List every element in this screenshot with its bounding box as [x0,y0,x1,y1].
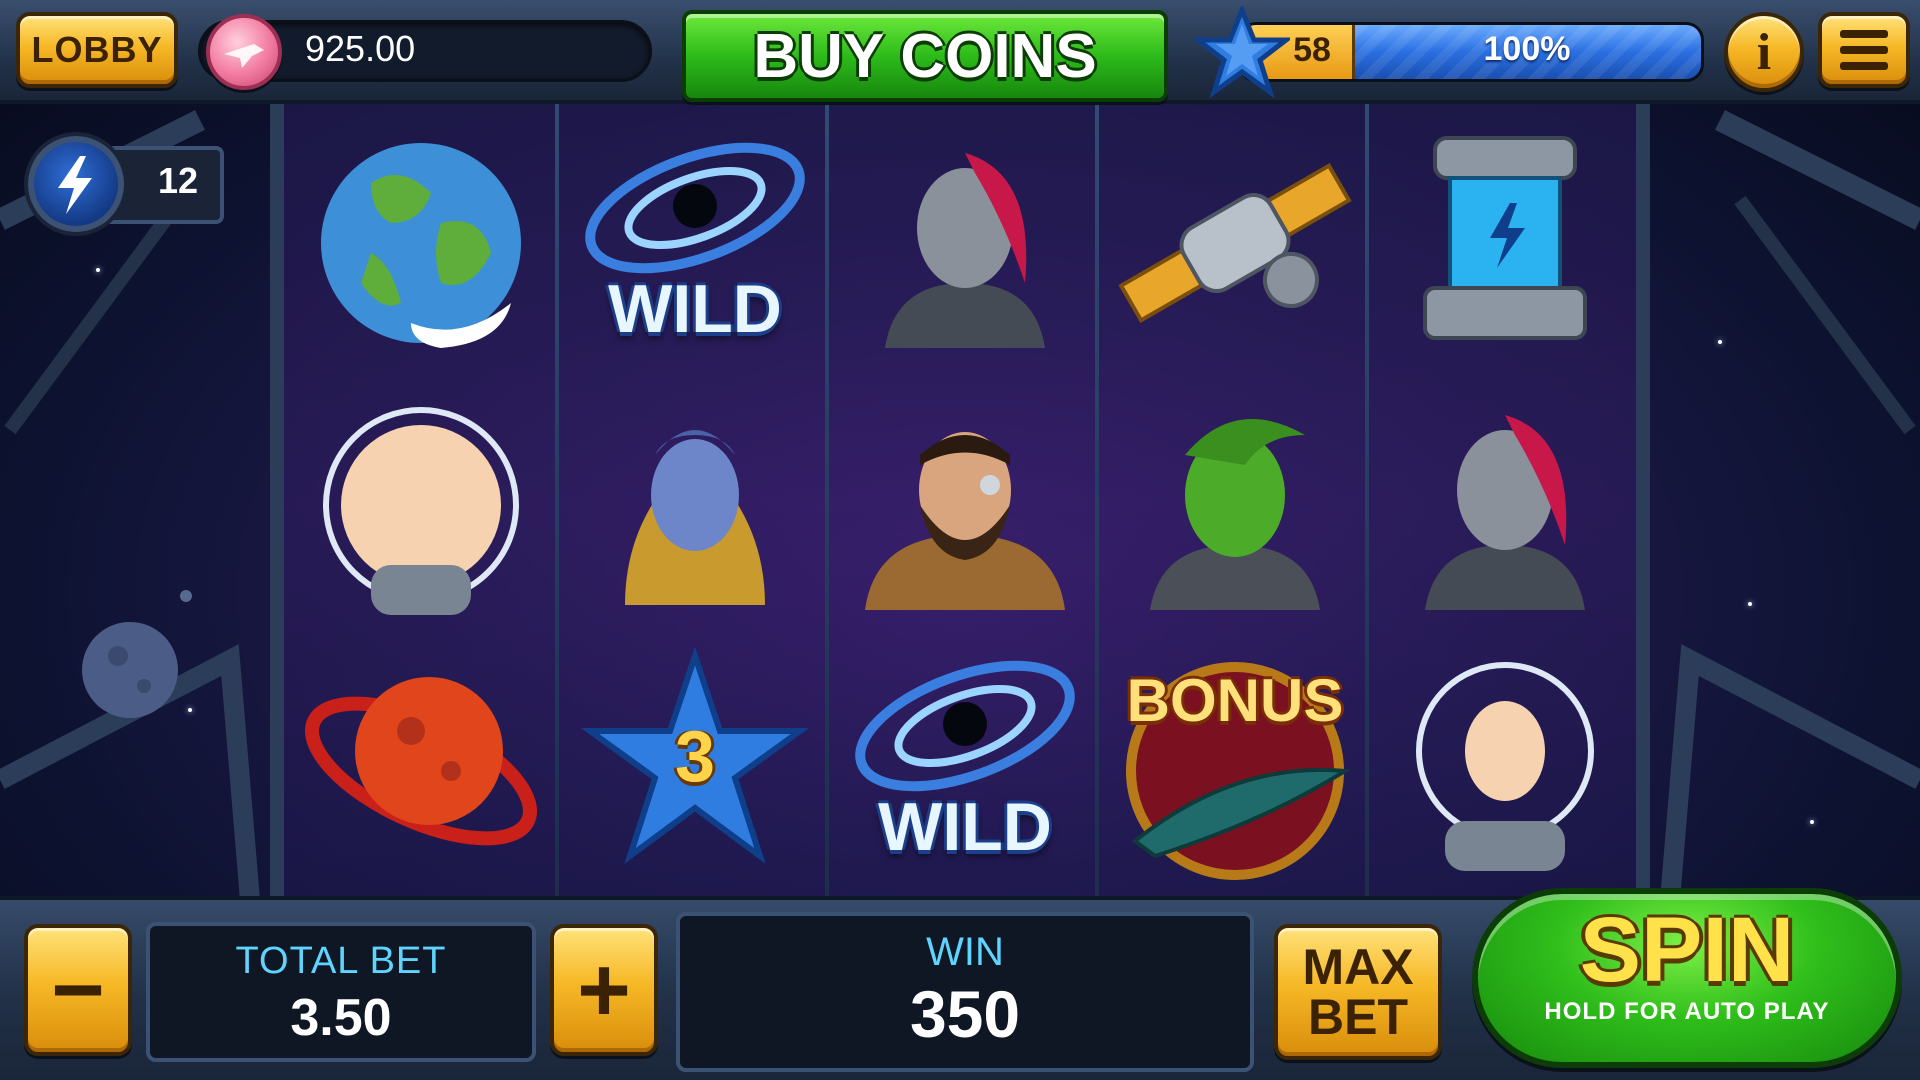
max-bet-label-line1: MAX [1302,939,1414,995]
hamburger-icon [1840,30,1888,70]
reel-4: BONUS [1100,104,1370,900]
xp-percent-label: 100% [1483,30,1571,68]
win-label: WIN [926,930,1004,974]
total-bet-value: 3.50 [290,989,392,1047]
wild-symbol: WILD [570,118,820,368]
reel-3: WILD [830,104,1100,900]
buy-coins-button[interactable]: BUY COINS [682,10,1168,102]
bonus-text: BONUS [1126,667,1344,734]
reel-1 [286,104,556,900]
green-alien-symbol [1110,380,1360,630]
max-bet-button[interactable]: MAX BET [1274,924,1442,1060]
lobby-button[interactable]: LOBBY [16,12,178,88]
minus-icon: − [51,939,105,1041]
star-3-symbol: 3 [570,636,820,886]
balance-value: 925.00 [305,28,416,69]
reel-2: WILD 3 [560,104,830,900]
astronaut-woman-symbol [1380,636,1630,886]
reel-5 [1370,104,1640,900]
lightning-icon [28,136,124,232]
total-bet-label: TOTAL BET [235,940,447,982]
win-value: 350 [909,977,1021,1051]
player-level: 58 [1293,31,1331,69]
wild-text: WILD [608,271,782,347]
power-counter-value: 12 [157,160,199,201]
info-button[interactable]: i [1724,12,1804,92]
cyborg-woman-symbol [1380,380,1630,630]
bearded-cyborg-symbol [840,380,1090,630]
coin-icon [206,14,282,90]
bonus-symbol: BONUS [1110,636,1360,886]
plus-icon: + [577,939,631,1041]
increase-bet-button[interactable]: + [550,924,658,1056]
info-icon: i [1756,23,1772,81]
satellite-symbol [1110,118,1360,368]
blue-alien-woman-symbol [570,380,820,630]
menu-button[interactable] [1818,12,1910,88]
cyborg-woman-symbol [840,118,1090,368]
spin-label[interactable]: SPIN [1472,898,1902,1003]
auto-play-hint: HOLD FOR AUTO PLAY [1544,998,1830,1025]
wild-symbol: WILD [840,636,1090,886]
energy-cell-symbol [1380,118,1630,368]
star-3-text: 3 [674,717,716,797]
earth-symbol [296,118,546,368]
red-planet-symbol [296,636,546,886]
wild-symbol [296,380,546,630]
right-window-frame [1660,110,1920,900]
decrease-bet-button[interactable]: − [24,924,132,1056]
max-bet-label-line2: BET [1308,989,1408,1045]
wild-text: WILD [878,789,1052,865]
